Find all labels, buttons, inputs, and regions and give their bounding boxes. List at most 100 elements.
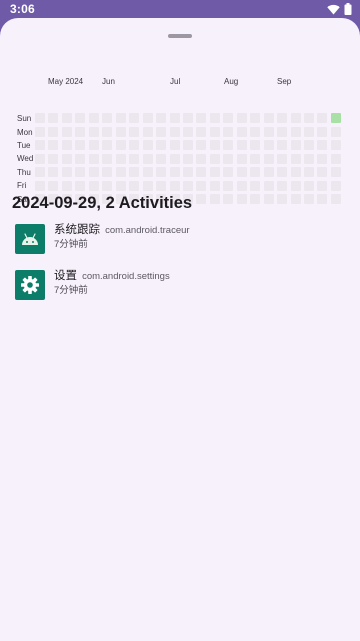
heatmap-cell[interactable] xyxy=(317,154,327,164)
heatmap-cell[interactable] xyxy=(48,113,58,123)
heatmap-cell[interactable] xyxy=(143,167,153,177)
heatmap-cell[interactable] xyxy=(75,113,85,123)
heatmap-cell[interactable] xyxy=(102,154,112,164)
heatmap-cell[interactable] xyxy=(129,167,139,177)
heatmap-cell[interactable] xyxy=(102,167,112,177)
heatmap-cell[interactable] xyxy=(35,113,45,123)
heatmap-cell[interactable] xyxy=(102,113,112,123)
heatmap-cell[interactable] xyxy=(223,154,233,164)
heatmap-cell[interactable] xyxy=(196,113,206,123)
heatmap-cell[interactable] xyxy=(237,167,247,177)
heatmap-cell[interactable] xyxy=(156,154,166,164)
heatmap-cell[interactable] xyxy=(62,167,72,177)
heatmap-cell[interactable] xyxy=(317,194,327,204)
heatmap-cell[interactable] xyxy=(35,127,45,137)
heatmap-cell[interactable] xyxy=(210,181,220,191)
heatmap-cell[interactable] xyxy=(89,154,99,164)
heatmap-cell[interactable] xyxy=(48,140,58,150)
heatmap-cell[interactable] xyxy=(223,181,233,191)
heatmap-cell[interactable] xyxy=(143,140,153,150)
heatmap-cell[interactable] xyxy=(196,181,206,191)
heatmap-cell[interactable] xyxy=(143,181,153,191)
heatmap-cell[interactable] xyxy=(183,113,193,123)
heatmap-cell[interactable] xyxy=(48,181,58,191)
heatmap-cell[interactable] xyxy=(75,167,85,177)
heatmap-cell[interactable] xyxy=(250,194,260,204)
heatmap-cell[interactable] xyxy=(291,127,301,137)
heatmap-cell[interactable] xyxy=(331,127,341,137)
heatmap-cell[interactable] xyxy=(116,140,126,150)
heatmap-cell[interactable] xyxy=(116,113,126,123)
heatmap-cell[interactable] xyxy=(264,167,274,177)
heatmap-cell[interactable] xyxy=(129,140,139,150)
heatmap-cell[interactable] xyxy=(237,154,247,164)
heatmap-cell[interactable] xyxy=(156,113,166,123)
heatmap-cell[interactable] xyxy=(116,154,126,164)
heatmap-cell[interactable] xyxy=(129,113,139,123)
heatmap-cell[interactable] xyxy=(304,127,314,137)
heatmap-cell[interactable] xyxy=(264,140,274,150)
heatmap-cell[interactable] xyxy=(250,113,260,123)
heatmap-cell[interactable] xyxy=(317,113,327,123)
heatmap-cell[interactable] xyxy=(223,113,233,123)
heatmap-cell[interactable] xyxy=(317,167,327,177)
heatmap-cell[interactable] xyxy=(156,140,166,150)
heatmap-cell[interactable] xyxy=(116,181,126,191)
heatmap-cell[interactable] xyxy=(317,140,327,150)
heatmap-cell[interactable] xyxy=(156,127,166,137)
heatmap-cell[interactable] xyxy=(291,113,301,123)
heatmap-cell[interactable] xyxy=(48,154,58,164)
heatmap-cell[interactable] xyxy=(48,127,58,137)
heatmap-cell[interactable] xyxy=(250,167,260,177)
heatmap-cell[interactable] xyxy=(210,140,220,150)
heatmap-cell[interactable] xyxy=(89,167,99,177)
heatmap-cell[interactable] xyxy=(183,140,193,150)
heatmap-cell[interactable] xyxy=(223,127,233,137)
heatmap-cell[interactable] xyxy=(35,167,45,177)
heatmap-cell[interactable] xyxy=(129,181,139,191)
heatmap-cell[interactable] xyxy=(237,140,247,150)
heatmap-cell[interactable] xyxy=(183,127,193,137)
heatmap-cell[interactable] xyxy=(75,181,85,191)
heatmap-cell[interactable] xyxy=(223,140,233,150)
heatmap-cell[interactable] xyxy=(277,127,287,137)
heatmap-cell[interactable] xyxy=(331,113,341,123)
heatmap-cell[interactable] xyxy=(35,154,45,164)
list-item[interactable]: 系统跟踪 com.android.traceur 7分钟前 xyxy=(0,222,360,264)
heatmap-cell[interactable] xyxy=(196,154,206,164)
heatmap-cell[interactable] xyxy=(170,140,180,150)
heatmap-cell[interactable] xyxy=(196,127,206,137)
heatmap-cell[interactable] xyxy=(304,140,314,150)
heatmap-cell[interactable] xyxy=(170,154,180,164)
heatmap-cell[interactable] xyxy=(75,154,85,164)
heatmap-cell[interactable] xyxy=(183,154,193,164)
heatmap-cell[interactable] xyxy=(102,140,112,150)
heatmap-cell[interactable] xyxy=(237,194,247,204)
heatmap-cell[interactable] xyxy=(210,127,220,137)
heatmap-cell[interactable] xyxy=(129,154,139,164)
heatmap-cell[interactable] xyxy=(277,113,287,123)
heatmap-cell[interactable] xyxy=(237,127,247,137)
heatmap-cell[interactable] xyxy=(170,127,180,137)
heatmap-cell[interactable] xyxy=(116,167,126,177)
heatmap-cell[interactable] xyxy=(89,140,99,150)
heatmap-cell[interactable] xyxy=(291,181,301,191)
heatmap-cell[interactable] xyxy=(264,181,274,191)
heatmap-cell[interactable] xyxy=(237,113,247,123)
heatmap-cell[interactable] xyxy=(143,113,153,123)
heatmap-cell[interactable] xyxy=(62,181,72,191)
heatmap-cell[interactable] xyxy=(264,154,274,164)
heatmap-cell[interactable] xyxy=(331,194,341,204)
heatmap-cell[interactable] xyxy=(250,181,260,191)
heatmap-cell[interactable] xyxy=(291,154,301,164)
heatmap-cell[interactable] xyxy=(210,167,220,177)
heatmap-cell[interactable] xyxy=(210,194,220,204)
heatmap-cell[interactable] xyxy=(223,167,233,177)
heatmap-cell[interactable] xyxy=(183,167,193,177)
heatmap-cell[interactable] xyxy=(250,154,260,164)
heatmap-cell[interactable] xyxy=(89,181,99,191)
heatmap-cell[interactable] xyxy=(331,181,341,191)
heatmap-cell[interactable] xyxy=(304,181,314,191)
heatmap-cell[interactable] xyxy=(196,194,206,204)
heatmap-cell[interactable] xyxy=(183,181,193,191)
